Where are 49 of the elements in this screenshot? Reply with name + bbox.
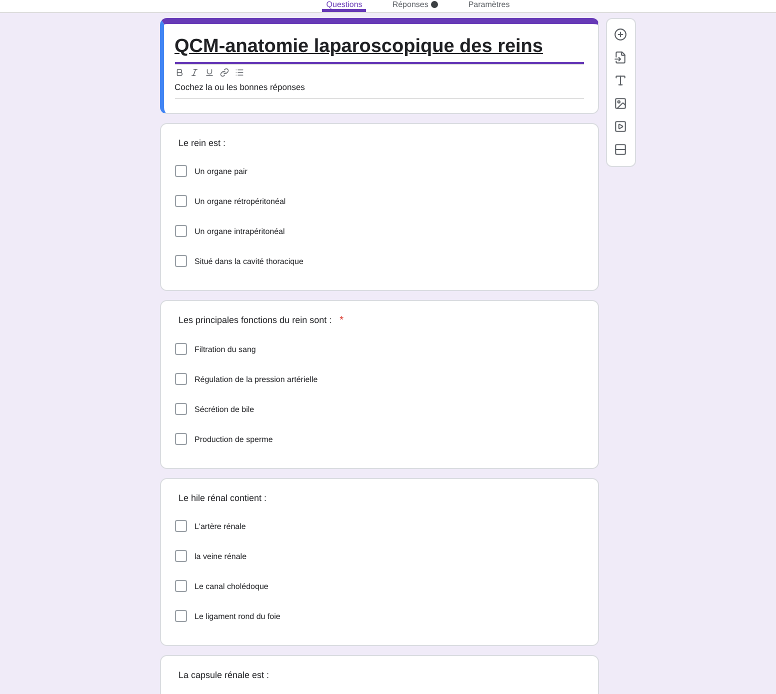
question-title: Le hile rénal contient :: [178, 493, 267, 503]
form-title-field[interactable]: QCM-anatomie laparoscopique des reins: [174, 36, 584, 64]
checkbox[interactable]: [174, 255, 186, 267]
option-label: la veine rénale: [194, 552, 247, 560]
option-label: Un organe pair: [194, 166, 248, 176]
checkbox[interactable]: [174, 403, 186, 415]
text-icon[interactable]: [614, 74, 627, 87]
option-label: Filtration du sang: [194, 344, 256, 354]
checkbox[interactable]: [174, 373, 186, 385]
checkbox[interactable]: [174, 165, 186, 177]
question-card[interactable]: Les principales fonctions du rein sont : * Filtration du sang Régulation de la pression artérielle Sécrétion de bile Production de sperme: [160, 300, 598, 469]
option-label: Situé dans la cavité thoracique: [194, 256, 304, 266]
italic-icon[interactable]: [190, 68, 198, 77]
question-card[interactable]: Le hile rénal contient : L'artère rénale la veine rénale Le canal cholédoque Le ligament rond du foie: [160, 478, 598, 646]
add-circle-icon[interactable]: [614, 28, 627, 41]
checkbox[interactable]: [174, 195, 186, 207]
video-icon[interactable]: [614, 120, 627, 133]
option-label: Le ligament rond du foie: [194, 612, 280, 620]
tab[interactable]: Questions: [322, 0, 366, 12]
option-label: Production de sperme: [194, 434, 273, 444]
option-label: Un organe rétropéritonéal: [194, 196, 286, 206]
question-title: Le rein est :: [178, 138, 226, 148]
bold-icon[interactable]: [174, 68, 184, 77]
question-card[interactable]: La capsule rénale est :: [160, 655, 598, 694]
link-icon[interactable]: [220, 68, 228, 77]
image-icon[interactable]: [614, 97, 627, 110]
option-label: Sécrétion de bile: [194, 404, 254, 414]
required-asterisk: *: [340, 315, 344, 326]
tab[interactable]: Réponses: [388, 0, 442, 12]
list-icon[interactable]: [234, 68, 244, 77]
checkbox[interactable]: [174, 225, 186, 237]
checkbox[interactable]: [174, 520, 186, 532]
option-label: Régulation de la pression artérielle: [194, 374, 318, 384]
underline-icon[interactable]: [204, 68, 214, 77]
question-title: La capsule rénale est :: [178, 670, 270, 680]
checkbox[interactable]: [174, 433, 186, 445]
question-card[interactable]: Le rein est : Un organe pair Un organe rétropéritonéal Un organe intrapéritonéal Situé dans la cavité thoracique: [160, 123, 598, 291]
checkbox[interactable]: [174, 610, 186, 622]
checkbox[interactable]: [174, 580, 186, 592]
checkbox[interactable]: [174, 550, 186, 562]
option-label: Le canal cholédoque: [194, 582, 268, 590]
option-label: Un organe intrapéritonéal: [194, 226, 285, 236]
option-label: L'artère rénale: [194, 522, 246, 530]
section-icon[interactable]: [614, 143, 627, 156]
question-title: Les principales fonctions du rein sont :: [178, 315, 332, 326]
form-description-field[interactable]: Cochez la ou les bonnes réponses: [174, 80, 584, 99]
tab[interactable]: Paramètres: [464, 0, 514, 12]
import-icon[interactable]: [614, 51, 627, 64]
checkbox[interactable]: [174, 343, 186, 355]
